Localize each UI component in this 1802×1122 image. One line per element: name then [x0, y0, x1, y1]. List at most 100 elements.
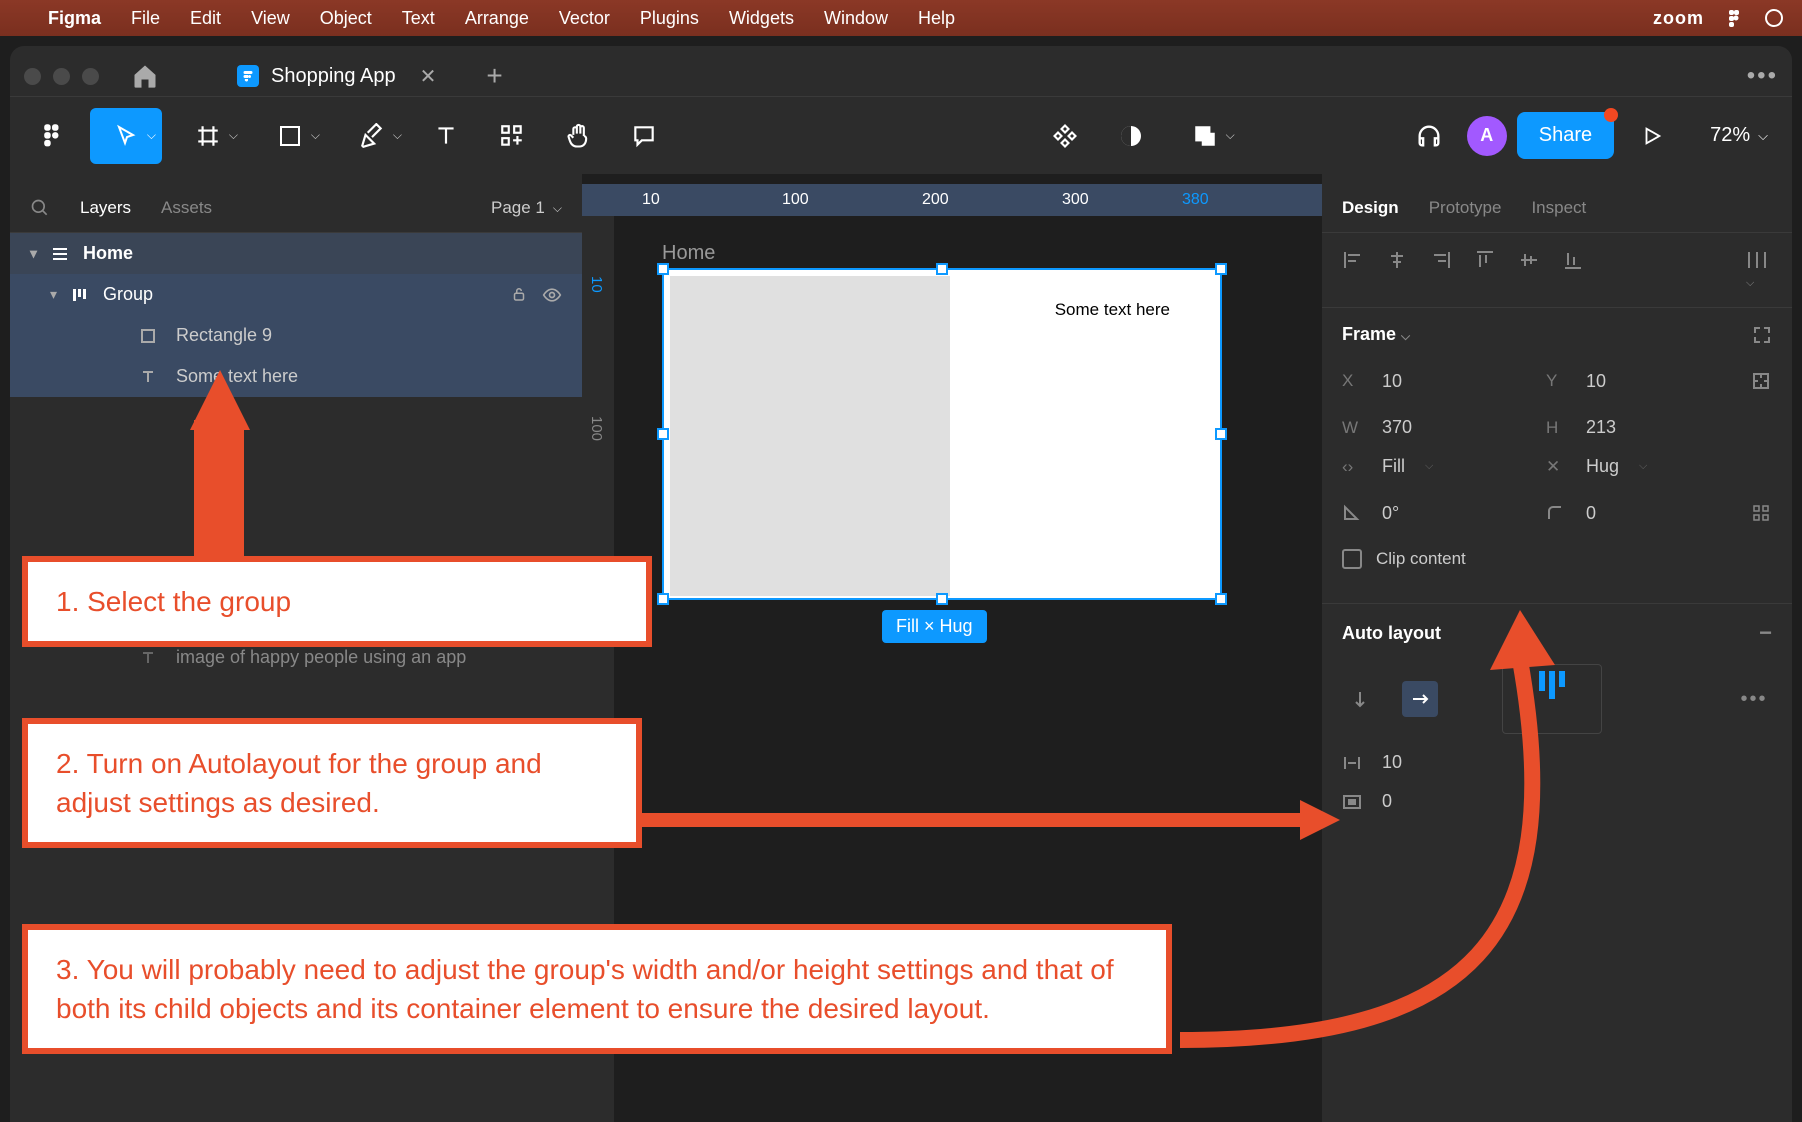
assets-tab[interactable]: Assets	[161, 198, 212, 218]
annotation-arrow	[194, 420, 244, 560]
share-button[interactable]: Share	[1517, 112, 1614, 159]
autolayout-more-icon[interactable]: •••	[1736, 681, 1772, 717]
align-vcenter-icon[interactable]	[1518, 249, 1540, 291]
w-input[interactable]: W370	[1342, 417, 1522, 438]
independent-corners-icon[interactable]	[1750, 495, 1772, 531]
traffic-lights[interactable]	[24, 68, 99, 85]
resize-handle[interactable]	[1215, 428, 1227, 440]
align-bottom-icon[interactable]	[1562, 249, 1584, 291]
layer-text[interactable]: Some text here	[10, 356, 582, 397]
resources-tool[interactable]	[484, 108, 540, 164]
y-input[interactable]: Y10	[1546, 371, 1726, 392]
align-top-icon[interactable]	[1474, 249, 1496, 291]
resize-handle[interactable]	[1215, 263, 1227, 275]
distribute-icon[interactable]: ⌵	[1746, 249, 1772, 291]
frame-tool[interactable]: ⌵	[172, 108, 244, 164]
search-icon[interactable]	[30, 198, 50, 218]
inspect-tab[interactable]: Inspect	[1531, 198, 1586, 218]
zoom-level[interactable]: 72%⌵	[1710, 124, 1768, 147]
home-icon[interactable]	[129, 60, 161, 92]
frame-label[interactable]: Home	[662, 242, 715, 265]
selected-frame[interactable]: Some text here	[662, 268, 1222, 600]
zoom-app-icon[interactable]: zoom	[1653, 8, 1704, 29]
resize-handle[interactable]	[657, 593, 669, 605]
app-name[interactable]: Figma	[48, 8, 101, 29]
annotation-arrow	[1170, 580, 1630, 1070]
tray-icon[interactable]	[1764, 8, 1784, 28]
boolean-tool[interactable]: ⌵	[1169, 108, 1241, 164]
layer-label: Rectangle 9	[176, 325, 272, 346]
vertical-resize[interactable]: ✕Hug⌵	[1546, 456, 1726, 477]
horizontal-resize[interactable]: ‹›Fill⌵	[1342, 456, 1522, 477]
x-input[interactable]: X10	[1342, 371, 1522, 392]
present-button[interactable]	[1624, 108, 1680, 164]
dimensions-label: Fill × Hug	[882, 610, 987, 643]
h-input[interactable]: H213	[1546, 417, 1726, 438]
menu-vector[interactable]: Vector	[559, 8, 610, 29]
mask-tool[interactable]	[1103, 108, 1159, 164]
resize-handle[interactable]	[657, 263, 669, 275]
text-icon	[140, 650, 162, 666]
absolute-pos-icon[interactable]	[1750, 363, 1772, 399]
chevron-down-icon: ⌵	[1639, 460, 1647, 473]
text-tool[interactable]	[418, 108, 474, 164]
chevron-down-icon: ⌵	[1758, 128, 1768, 144]
menu-window[interactable]: Window	[824, 8, 888, 29]
resize-handle[interactable]	[936, 263, 948, 275]
eye-icon[interactable]	[542, 285, 562, 305]
menu-file[interactable]: File	[131, 8, 160, 29]
corner-icon	[1546, 504, 1572, 522]
layer-label: Home	[83, 243, 133, 264]
chevron-down-icon[interactable]: ⌵	[1401, 329, 1410, 343]
move-tool[interactable]: ⌵	[90, 108, 162, 164]
hand-tool[interactable]	[550, 108, 606, 164]
menu-plugins[interactable]: Plugins	[640, 8, 699, 29]
clip-content-checkbox[interactable]: Clip content	[1342, 549, 1466, 569]
comment-tool[interactable]	[616, 108, 672, 164]
macos-menubar: Figma File Edit View Object Text Arrange…	[0, 0, 1802, 36]
autolayout-icon	[71, 286, 89, 304]
layers-tab[interactable]: Layers	[80, 198, 131, 218]
tab-title: Shopping App	[271, 65, 396, 88]
pen-tool[interactable]: ⌵	[336, 108, 408, 164]
resize-handle[interactable]	[936, 593, 948, 605]
figma-menu-icon[interactable]	[24, 108, 80, 164]
new-tab-button[interactable]: +	[486, 60, 502, 92]
menu-text[interactable]: Text	[402, 8, 435, 29]
design-tab[interactable]: Design	[1342, 198, 1399, 218]
window-more-icon[interactable]: •••	[1747, 62, 1778, 90]
menu-edit[interactable]: Edit	[190, 8, 221, 29]
annotation-arrowhead	[190, 370, 250, 430]
align-left-icon[interactable]	[1342, 249, 1364, 291]
prototype-tab[interactable]: Prototype	[1429, 198, 1502, 218]
figma-tray-icon[interactable]	[1724, 8, 1744, 28]
menu-widgets[interactable]: Widgets	[729, 8, 794, 29]
layer-home-frame[interactable]: ▾ Home	[10, 233, 582, 274]
hamburger-icon	[51, 245, 69, 263]
ruler-horizontal: 10 100 200 300 380	[582, 184, 1322, 216]
component-tool[interactable]	[1037, 108, 1093, 164]
rotation-input[interactable]: 0°	[1342, 503, 1522, 524]
menu-view[interactable]: View	[251, 8, 290, 29]
menu-help[interactable]: Help	[918, 8, 955, 29]
shape-tool[interactable]: ⌵	[254, 108, 326, 164]
chevron-down-icon: ⌵	[229, 128, 238, 143]
corner-input[interactable]: 0	[1546, 503, 1726, 524]
lock-icon[interactable]	[510, 285, 528, 305]
remove-autolayout-icon[interactable]: −	[1759, 620, 1772, 646]
align-hcenter-icon[interactable]	[1386, 249, 1408, 291]
text-element: Some text here	[1055, 300, 1170, 320]
layer-rectangle[interactable]: Rectangle 9	[10, 315, 582, 356]
resize-handle[interactable]	[657, 428, 669, 440]
chevron-down-icon: ⌵	[311, 128, 320, 143]
align-right-icon[interactable]	[1430, 249, 1452, 291]
chevron-down-icon: ⌵	[1226, 128, 1235, 143]
user-avatar[interactable]: A	[1467, 116, 1507, 156]
menu-object[interactable]: Object	[320, 8, 372, 29]
fit-icon[interactable]	[1752, 325, 1772, 345]
page-selector[interactable]: Page 1⌵	[491, 198, 562, 218]
menu-arrange[interactable]: Arrange	[465, 8, 529, 29]
close-tab-icon[interactable]: ✕	[420, 64, 437, 89]
layer-group[interactable]: ▾ Group	[10, 274, 582, 315]
headphones-icon[interactable]	[1401, 108, 1457, 164]
